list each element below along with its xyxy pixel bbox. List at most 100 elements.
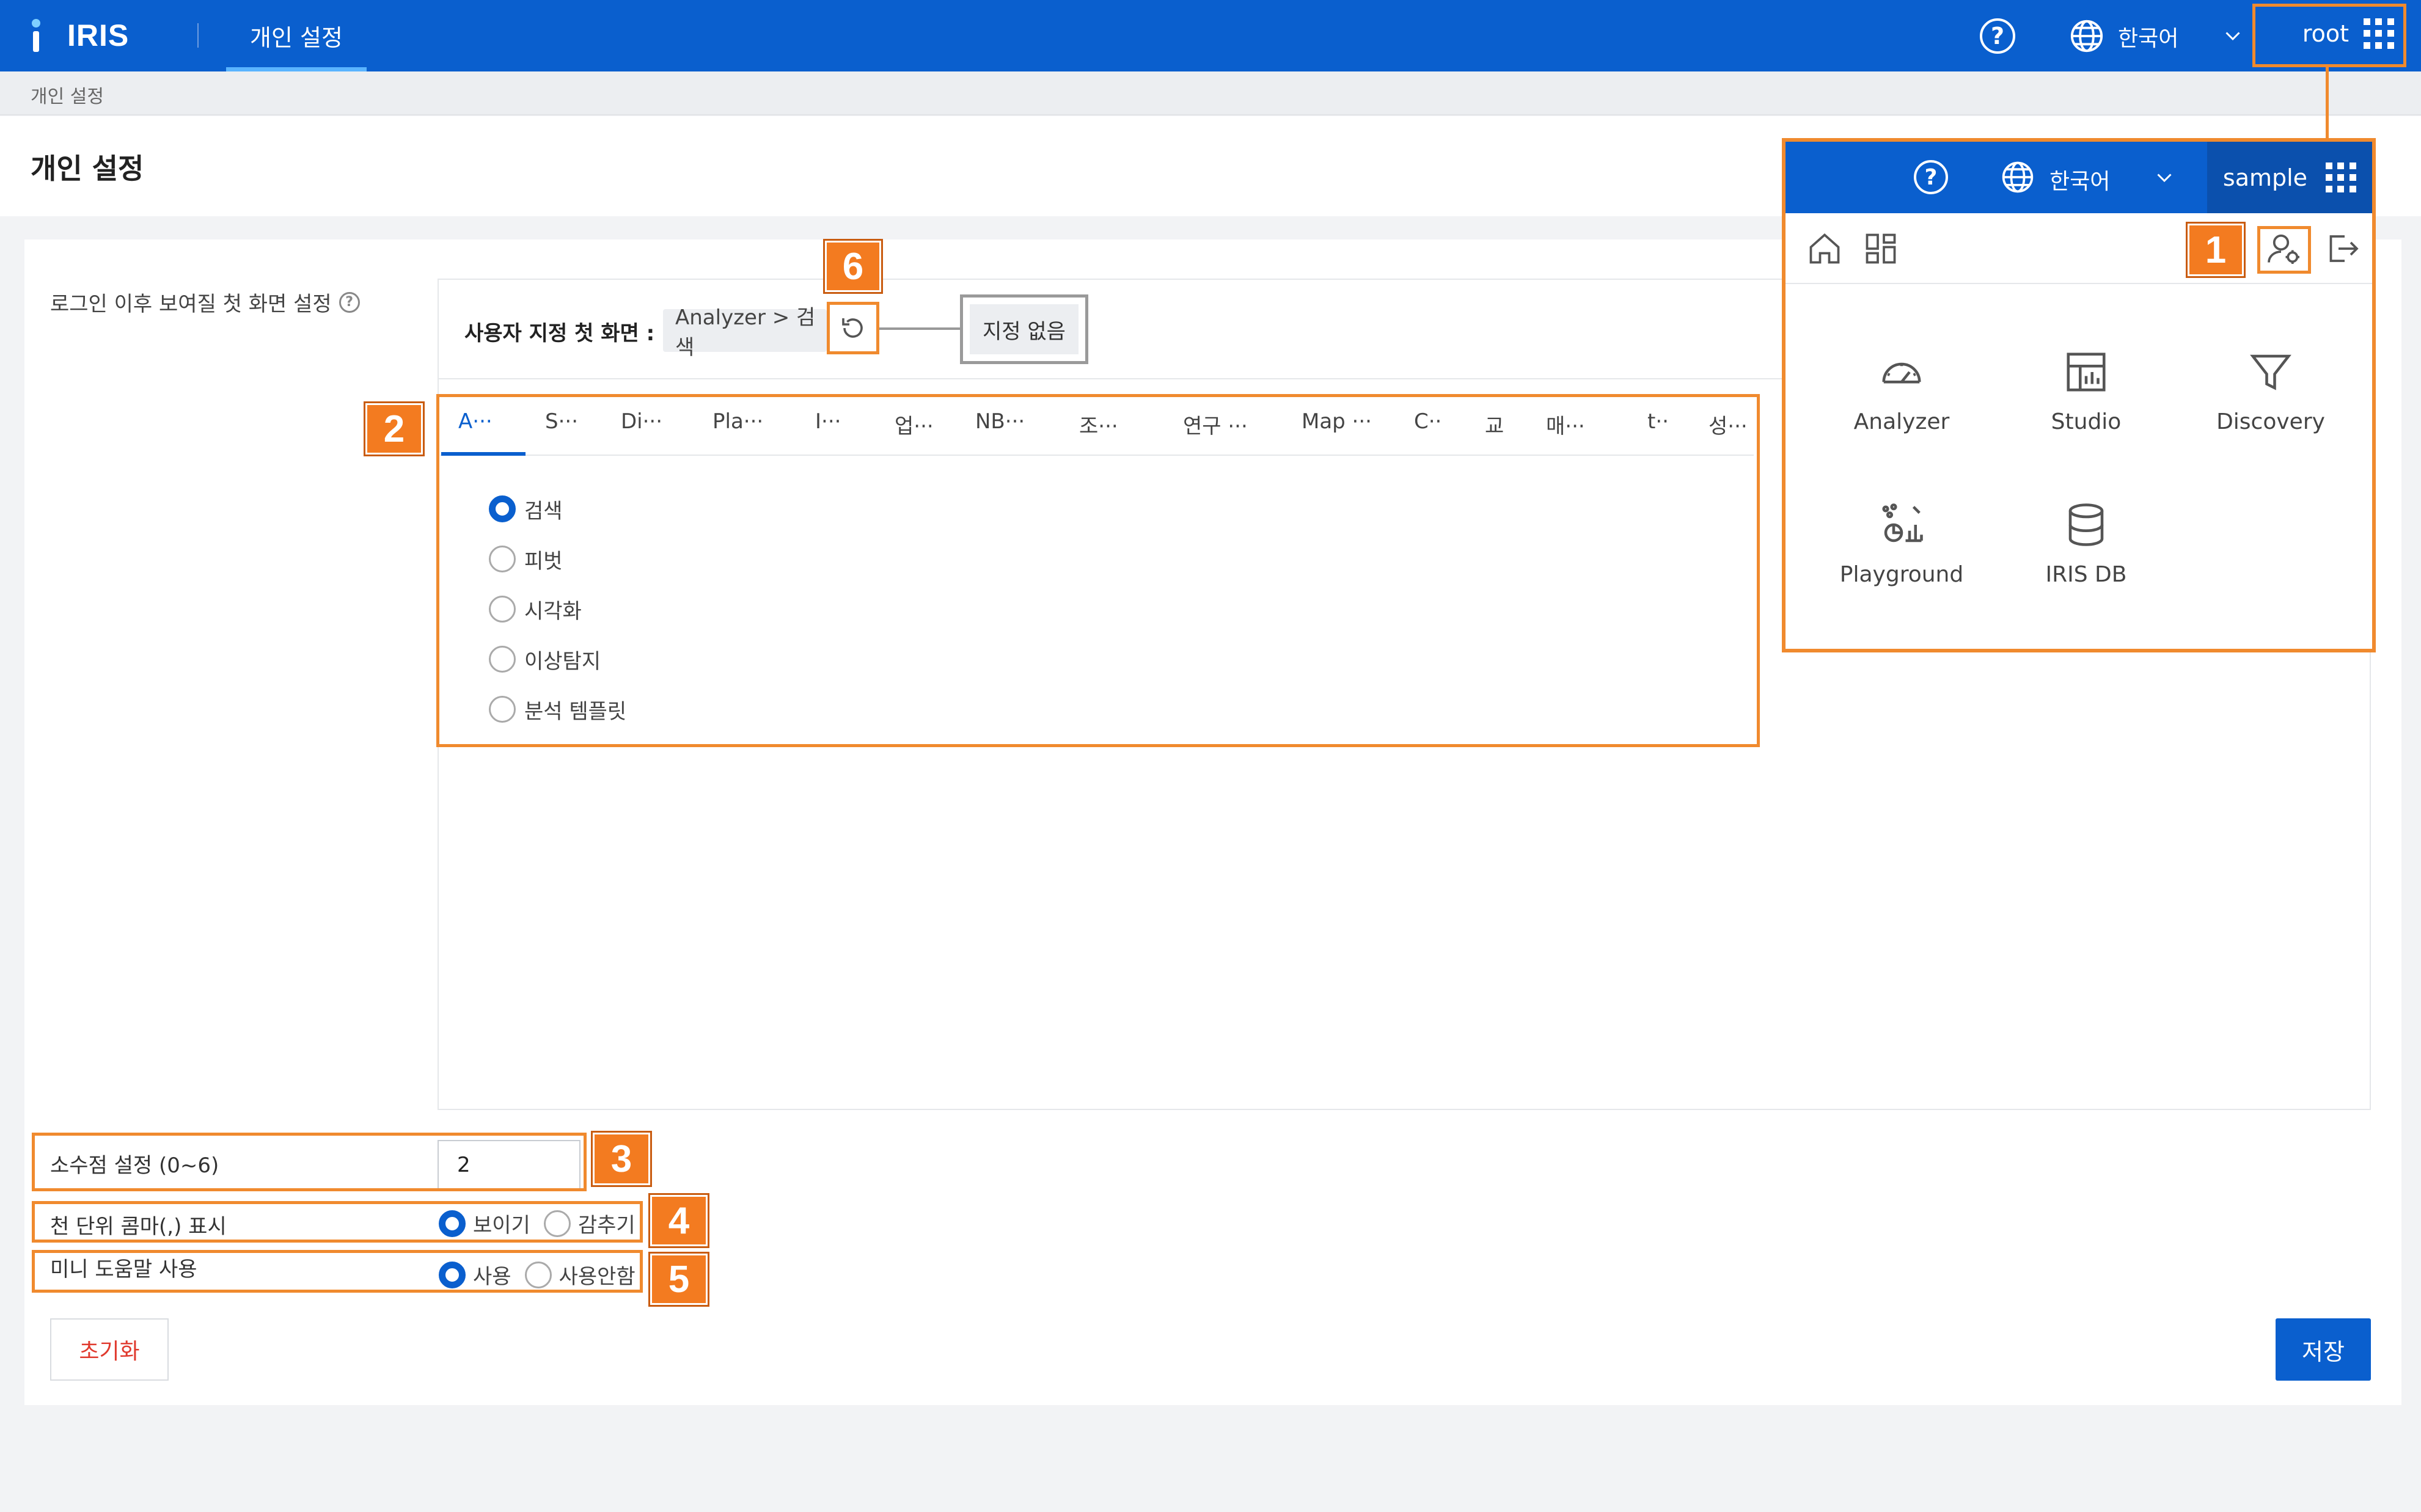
minihelp-use-label[interactable]: 사용 [473,1260,511,1290]
minihelp-label: 미니 도움말 사용 [50,1257,197,1282]
radio-selected[interactable] [489,495,516,522]
chevron-down-icon[interactable] [2153,166,2175,188]
tab-studio[interactable]: S··· [545,409,578,434]
nav-tab-underline [226,67,367,71]
user-settings-icon[interactable] [2266,230,2302,267]
minihelp-nouse-label[interactable]: 사용안함 [559,1260,635,1290]
tab-discovery[interactable]: Di··· [621,409,662,434]
app-discovery[interactable]: Discovery [2197,348,2344,434]
language-select[interactable]: 한국어 [2049,164,2110,195]
option-search[interactable]: 검색 [489,484,626,534]
apps-grid-icon [2364,18,2394,49]
option-anomaly[interactable]: 이상탐지 [489,634,626,684]
tab-playground[interactable]: Pla··· [712,409,763,434]
custom-first-screen-value: Analyzer > 검색 [663,305,827,360]
radio-nouse[interactable] [524,1261,552,1288]
user-menu-button[interactable]: root [2252,0,2406,67]
tab-iris-db[interactable]: I··· [815,409,841,434]
info-icon[interactable]: ? [339,291,360,313]
top-navbar: IRIS 개인 설정 ? 한국어 root [0,0,2421,71]
active-tab-underline [441,452,526,456]
breadcrumb[interactable]: 개인 설정 [31,81,104,108]
app-playground[interactable]: Playground [1828,501,1975,587]
tab-14[interactable]: 성··· [1709,409,1748,439]
page-title: 개인 설정 [31,152,144,185]
app-studio[interactable]: Studio [2013,348,2159,434]
comma-show-label[interactable]: 보이기 [473,1208,530,1238]
dashboard-icon[interactable] [1862,230,1899,267]
reset-first-screen-button[interactable] [827,302,879,354]
help-icon[interactable]: ? [1980,18,2015,54]
step-badge-1: 1 [2188,224,2244,276]
reset-button[interactable]: 초기화 [50,1318,169,1381]
callout-connector-line [2326,67,2329,139]
radio[interactable] [489,596,516,623]
tab-11[interactable]: 교 [1485,409,1504,439]
app-iris-db[interactable]: IRIS DB [2013,501,2159,587]
minihelp-options: 사용 사용안함 [439,1260,635,1290]
save-button[interactable]: 저장 [2276,1318,2371,1381]
app-label: Studio [2051,409,2122,434]
comma-label: 천 단위 콤마(,) 표시 [50,1214,227,1239]
globe-icon[interactable] [2069,18,2104,54]
step-badge-4: 4 [650,1195,708,1246]
tab-t[interactable]: t·· [1647,409,1669,434]
custom-first-screen-label: 사용자 지정 첫 화면 : [464,321,655,346]
chevron-down-icon[interactable] [2222,24,2244,46]
studio-icon [2067,352,2106,392]
radio-show-selected[interactable] [439,1210,466,1237]
option-label: 피벗 [524,549,563,574]
option-template[interactable]: 분석 템플릿 [489,684,626,734]
app-tabs: A··· S··· Di··· Pla··· I··· 업··· NB··· 조… [440,397,1754,456]
home-icon[interactable] [1806,230,1843,267]
radio[interactable] [489,546,516,572]
option-label: 이상탐지 [524,649,601,674]
option-label: 시각화 [524,599,582,624]
tab-nb[interactable]: NB··· [975,409,1025,434]
filter-icon [2250,354,2291,390]
language-select[interactable]: 한국어 [2118,21,2178,53]
option-pivot[interactable]: 피벗 [489,534,626,584]
tab-research[interactable]: 연구 ··· [1183,409,1248,439]
dropdown-user-button[interactable]: sample [2207,142,2372,213]
tab-map[interactable]: Map ··· [1302,409,1372,434]
comma-hide-label[interactable]: 감추기 [578,1208,635,1238]
dropdown-user-name: sample [2222,164,2308,191]
logout-icon[interactable] [2323,230,2360,267]
app-analyzer[interactable]: Analyzer [1828,348,1975,434]
tab-12[interactable]: 매··· [1546,409,1585,439]
decimal-label: 소수점 설정 (0~6) [50,1153,219,1178]
tab-7[interactable]: 조··· [1079,409,1118,439]
option-visualization[interactable]: 시각화 [489,584,626,634]
option-label: 검색 [524,499,563,524]
help-icon[interactable]: ? [1914,160,1948,194]
step-badge-3: 3 [593,1133,650,1185]
decimal-input[interactable]: 2 [438,1140,581,1190]
tab-analyzer[interactable]: A··· [458,409,493,434]
nav-tab-label: 개인 설정 [250,24,343,51]
iris-logo[interactable]: IRIS [31,16,129,55]
nav-tab-personal-settings[interactable]: 개인 설정 [226,0,367,71]
logo-divider [197,23,199,48]
step-badge-6: 6 [825,241,881,292]
radio[interactable] [489,696,516,723]
first-screen-options: 검색 피벗 시각화 이상탐지 분석 템플릿 [489,484,626,734]
radio[interactable] [489,646,516,673]
first-screen-label-text: 로그인 이후 보여질 첫 화면 설정 [50,292,332,316]
globe-icon[interactable] [2001,160,2035,194]
playground-icon [1882,503,1923,542]
app-label: Analyzer [1853,409,1950,434]
radio-use-selected[interactable] [439,1261,466,1288]
apps-grid-icon [2326,162,2356,193]
no-assignment-callout: 지정 없음 [960,294,1088,364]
option-label: 분석 템플릿 [524,699,627,724]
app-label: IRIS DB [2045,562,2127,587]
comma-options: 보이기 감추기 [439,1208,635,1238]
tab-c[interactable]: C·· [1414,409,1441,434]
app-label: Discovery [2216,409,2325,434]
tab-4[interactable]: 업··· [895,409,934,439]
iris-logo-mark [31,19,61,52]
radio-hide[interactable] [543,1210,571,1237]
step-badge-2: 2 [365,403,423,455]
user-name: root [2302,20,2349,47]
